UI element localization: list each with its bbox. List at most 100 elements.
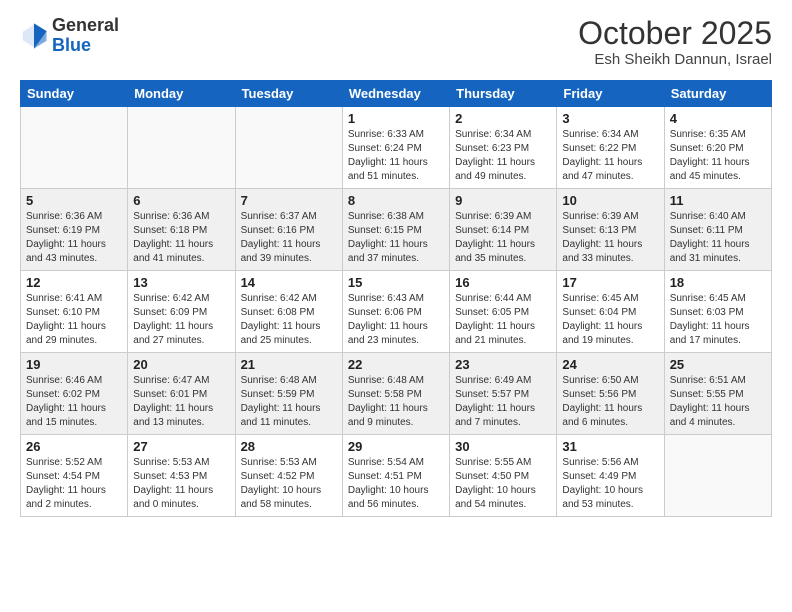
calendar-cell: 5 Sunrise: 6:36 AM Sunset: 6:19 PM Daylig… xyxy=(21,189,128,271)
calendar-cell: 26 Sunrise: 5:52 AM Sunset: 4:54 PM Dayli… xyxy=(21,435,128,517)
weekday-header: Tuesday xyxy=(235,81,342,107)
cell-text: Sunrise: 6:50 AM Sunset: 5:56 PM Dayligh… xyxy=(562,374,658,430)
day-number: 25 xyxy=(670,357,766,372)
cell-text: Sunrise: 6:37 AM Sunset: 6:16 PM Dayligh… xyxy=(241,210,337,266)
weekday-header: Thursday xyxy=(450,81,557,107)
weekday-header: Monday xyxy=(128,81,235,107)
cell-text: Sunrise: 6:48 AM Sunset: 5:59 PM Dayligh… xyxy=(241,374,337,430)
cell-text: Sunrise: 6:36 AM Sunset: 6:19 PM Dayligh… xyxy=(26,210,122,266)
day-number: 12 xyxy=(26,275,122,290)
weekday-header: Wednesday xyxy=(342,81,449,107)
day-number: 3 xyxy=(562,111,658,126)
cell-text: Sunrise: 6:33 AM Sunset: 6:24 PM Dayligh… xyxy=(348,128,444,184)
day-number: 27 xyxy=(133,439,229,454)
calendar-cell: 19Sunrise: 6:46 AM Sunset: 6:02 PM Dayli… xyxy=(21,353,128,435)
day-number: 22 xyxy=(348,357,444,372)
day-number: 13 xyxy=(133,275,229,290)
calendar-cell: 21 Sunrise: 6:48 AM Sunset: 5:59 PM Dayli… xyxy=(235,353,342,435)
calendar-cell: 29 Sunrise: 5:54 AM Sunset: 4:51 PM Dayli… xyxy=(342,435,449,517)
calendar: SundayMondayTuesdayWednesdayThursdayFrid… xyxy=(20,80,772,517)
month-title: October 2025 xyxy=(578,16,772,51)
page: General Blue October 2025 Esh Sheikh Dan… xyxy=(0,0,792,612)
day-number: 16 xyxy=(455,275,551,290)
calendar-cell: 17 Sunrise: 6:45 AM Sunset: 6:04 PM Dayli… xyxy=(557,271,664,353)
cell-text: Sunrise: 6:45 AM Sunset: 6:04 PM Dayligh… xyxy=(562,292,658,348)
cell-text: Sunrise: 6:39 AM Sunset: 6:13 PM Dayligh… xyxy=(562,210,658,266)
cell-text: Sunrise: 6:34 AM Sunset: 6:22 PM Dayligh… xyxy=(562,128,658,184)
day-number: 6 xyxy=(133,193,229,208)
day-number: 17 xyxy=(562,275,658,290)
calendar-cell xyxy=(664,435,771,517)
calendar-cell: 28 Sunrise: 5:53 AM Sunset: 4:52 PM Dayli… xyxy=(235,435,342,517)
cell-text: Sunrise: 6:42 AM Sunset: 6:09 PM Dayligh… xyxy=(133,292,229,348)
logo-blue: Blue xyxy=(52,36,119,56)
cell-text: Sunrise: 6:39 AM Sunset: 6:14 PM Dayligh… xyxy=(455,210,551,266)
calendar-cell: 7Sunrise: 6:37 AM Sunset: 6:16 PM Daylig… xyxy=(235,189,342,271)
calendar-cell: 4Sunrise: 6:35 AM Sunset: 6:20 PM Daylig… xyxy=(664,107,771,189)
day-number: 24 xyxy=(562,357,658,372)
weekday-header: Sunday xyxy=(21,81,128,107)
day-number: 20 xyxy=(133,357,229,372)
calendar-cell: 27Sunrise: 5:53 AM Sunset: 4:53 PM Dayli… xyxy=(128,435,235,517)
logo: General Blue xyxy=(20,16,119,56)
cell-text: Sunrise: 6:40 AM Sunset: 6:11 PM Dayligh… xyxy=(670,210,766,266)
calendar-cell: 2 Sunrise: 6:34 AM Sunset: 6:23 PM Daylig… xyxy=(450,107,557,189)
day-number: 21 xyxy=(241,357,337,372)
logo-general: General xyxy=(52,16,119,36)
weekday-header: Saturday xyxy=(664,81,771,107)
day-number: 31 xyxy=(562,439,658,454)
cell-text: Sunrise: 6:36 AM Sunset: 6:18 PM Dayligh… xyxy=(133,210,229,266)
cell-text: Sunrise: 6:48 AM Sunset: 5:58 PM Dayligh… xyxy=(348,374,444,430)
calendar-week-row: 26 Sunrise: 5:52 AM Sunset: 4:54 PM Dayli… xyxy=(21,435,772,517)
cell-text: Sunrise: 6:38 AM Sunset: 6:15 PM Dayligh… xyxy=(348,210,444,266)
cell-text: Sunrise: 6:45 AM Sunset: 6:03 PM Dayligh… xyxy=(670,292,766,348)
calendar-cell: 23 Sunrise: 6:49 AM Sunset: 5:57 PM Dayli… xyxy=(450,353,557,435)
calendar-week-row: 19Sunrise: 6:46 AM Sunset: 6:02 PM Dayli… xyxy=(21,353,772,435)
day-number: 28 xyxy=(241,439,337,454)
day-number: 10 xyxy=(562,193,658,208)
day-number: 15 xyxy=(348,275,444,290)
day-number: 8 xyxy=(348,193,444,208)
calendar-cell: 15 Sunrise: 6:43 AM Sunset: 6:06 PM Dayli… xyxy=(342,271,449,353)
cell-text: Sunrise: 6:35 AM Sunset: 6:20 PM Dayligh… xyxy=(670,128,766,184)
calendar-cell: 14Sunrise: 6:42 AM Sunset: 6:08 PM Dayli… xyxy=(235,271,342,353)
logo-icon xyxy=(20,22,48,50)
calendar-week-row: 5 Sunrise: 6:36 AM Sunset: 6:19 PM Daylig… xyxy=(21,189,772,271)
cell-text: Sunrise: 6:51 AM Sunset: 5:55 PM Dayligh… xyxy=(670,374,766,430)
calendar-cell: 13 Sunrise: 6:42 AM Sunset: 6:09 PM Dayli… xyxy=(128,271,235,353)
day-number: 5 xyxy=(26,193,122,208)
calendar-cell: 3 Sunrise: 6:34 AM Sunset: 6:22 PM Daylig… xyxy=(557,107,664,189)
calendar-cell: 8 Sunrise: 6:38 AM Sunset: 6:15 PM Daylig… xyxy=(342,189,449,271)
day-number: 26 xyxy=(26,439,122,454)
day-number: 18 xyxy=(670,275,766,290)
cell-text: Sunrise: 6:43 AM Sunset: 6:06 PM Dayligh… xyxy=(348,292,444,348)
calendar-cell: 24 Sunrise: 6:50 AM Sunset: 5:56 PM Dayli… xyxy=(557,353,664,435)
cell-text: Sunrise: 6:41 AM Sunset: 6:10 PM Dayligh… xyxy=(26,292,122,348)
location-title: Esh Sheikh Dannun, Israel xyxy=(578,51,772,68)
calendar-week-row: 1 Sunrise: 6:33 AM Sunset: 6:24 PM Daylig… xyxy=(21,107,772,189)
logo-text: General Blue xyxy=(52,16,119,56)
day-number: 1 xyxy=(348,111,444,126)
header: General Blue October 2025 Esh Sheikh Dan… xyxy=(20,16,772,68)
cell-text: Sunrise: 6:44 AM Sunset: 6:05 PM Dayligh… xyxy=(455,292,551,348)
cell-text: Sunrise: 6:49 AM Sunset: 5:57 PM Dayligh… xyxy=(455,374,551,430)
weekday-header-row: SundayMondayTuesdayWednesdayThursdayFrid… xyxy=(21,81,772,107)
calendar-cell: 11Sunrise: 6:40 AM Sunset: 6:11 PM Dayli… xyxy=(664,189,771,271)
calendar-cell: 12 Sunrise: 6:41 AM Sunset: 6:10 PM Dayli… xyxy=(21,271,128,353)
day-number: 23 xyxy=(455,357,551,372)
cell-text: Sunrise: 6:46 AM Sunset: 6:02 PM Dayligh… xyxy=(26,374,122,430)
day-number: 9 xyxy=(455,193,551,208)
cell-text: Sunrise: 5:52 AM Sunset: 4:54 PM Dayligh… xyxy=(26,456,122,512)
calendar-cell: 22 Sunrise: 6:48 AM Sunset: 5:58 PM Dayli… xyxy=(342,353,449,435)
calendar-cell: 1 Sunrise: 6:33 AM Sunset: 6:24 PM Daylig… xyxy=(342,107,449,189)
cell-text: Sunrise: 5:53 AM Sunset: 4:52 PM Dayligh… xyxy=(241,456,337,512)
calendar-cell: 25 Sunrise: 6:51 AM Sunset: 5:55 PM Dayli… xyxy=(664,353,771,435)
calendar-cell: 6 Sunrise: 6:36 AM Sunset: 6:18 PM Daylig… xyxy=(128,189,235,271)
cell-text: Sunrise: 6:34 AM Sunset: 6:23 PM Dayligh… xyxy=(455,128,551,184)
calendar-cell xyxy=(235,107,342,189)
day-number: 30 xyxy=(455,439,551,454)
calendar-cell: 20Sunrise: 6:47 AM Sunset: 6:01 PM Dayli… xyxy=(128,353,235,435)
day-number: 29 xyxy=(348,439,444,454)
cell-text: Sunrise: 5:54 AM Sunset: 4:51 PM Dayligh… xyxy=(348,456,444,512)
day-number: 2 xyxy=(455,111,551,126)
